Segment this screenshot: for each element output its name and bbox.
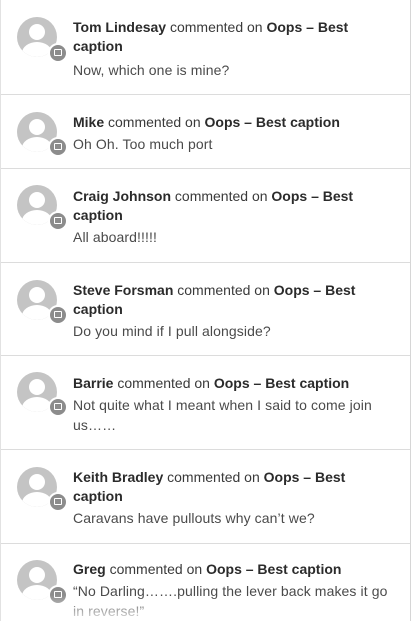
comment-header: Tom Lindesay commented on Oops – Best ca…: [73, 18, 396, 56]
comment-item[interactable]: Greg commented on Oops – Best caption “N…: [1, 544, 410, 621]
comment-author-link[interactable]: Greg: [73, 561, 106, 577]
comment-connector: commented on: [109, 561, 203, 577]
comment-item[interactable]: Steve Forsman commented on Oops – Best c…: [1, 263, 410, 356]
comment-header: Mike commented on Oops – Best caption: [73, 113, 396, 132]
comment-header: Greg commented on Oops – Best caption: [73, 560, 396, 579]
comment-item[interactable]: Barrie commented on Oops – Best caption …: [1, 356, 410, 450]
comment-connector: commented on: [167, 469, 260, 485]
comment-excerpt[interactable]: Caravans have pullouts why can’t we?: [73, 508, 396, 528]
comment-connector: commented on: [108, 114, 201, 130]
comment-excerpt[interactable]: Now, which one is mine?: [73, 60, 396, 80]
comment-author-link[interactable]: Barrie: [73, 375, 113, 391]
comment-connector: commented on: [177, 282, 270, 298]
comment-excerpt[interactable]: Do you mind if I pull alongside?: [73, 321, 396, 341]
comment-item[interactable]: Keith Bradley commented on Oops – Best c…: [1, 450, 410, 544]
comment-badge-icon: [48, 492, 68, 512]
comment-badge-icon: [48, 211, 68, 231]
comment-header: Barrie commented on Oops – Best caption: [73, 374, 396, 393]
comment-author-link[interactable]: Craig Johnson: [73, 188, 171, 204]
comment-author-link[interactable]: Mike: [73, 114, 104, 130]
comment-post-link[interactable]: Oops – Best caption: [214, 375, 349, 391]
comment-connector: commented on: [117, 375, 210, 391]
comment-badge-icon: [48, 585, 68, 605]
comment-badge-icon: [48, 137, 68, 157]
comment-post-link[interactable]: Oops – Best caption: [206, 561, 341, 577]
comment-excerpt[interactable]: All aboard!!!!!: [73, 227, 396, 247]
comment-header: Craig Johnson commented on Oops – Best c…: [73, 187, 396, 225]
comment-excerpt[interactable]: “No Darling…….pulling the lever back mak…: [73, 581, 396, 621]
comment-connector: commented on: [169, 19, 263, 35]
comment-badge-icon: [48, 43, 68, 63]
comment-author-link[interactable]: Tom Lindesay: [73, 19, 166, 35]
comment-author-link[interactable]: Keith Bradley: [73, 469, 163, 485]
comment-badge-icon: [48, 397, 68, 417]
comment-header: Steve Forsman commented on Oops – Best c…: [73, 281, 396, 319]
comment-author-link[interactable]: Steve Forsman: [73, 282, 173, 298]
comment-post-link[interactable]: Oops – Best caption: [205, 114, 340, 130]
comment-item[interactable]: Mike commented on Oops – Best caption Oh…: [1, 95, 410, 169]
comment-connector: commented on: [174, 188, 268, 204]
comment-item[interactable]: Tom Lindesay commented on Oops – Best ca…: [1, 0, 410, 95]
comment-excerpt[interactable]: Not quite what I meant when I said to co…: [73, 395, 396, 435]
recent-comments-panel: Tom Lindesay commented on Oops – Best ca…: [0, 0, 411, 621]
comment-item[interactable]: Craig Johnson commented on Oops – Best c…: [1, 169, 410, 263]
comment-badge-icon: [48, 305, 68, 325]
comment-header: Keith Bradley commented on Oops – Best c…: [73, 468, 396, 506]
comment-excerpt[interactable]: Oh Oh. Too much port: [73, 134, 396, 154]
